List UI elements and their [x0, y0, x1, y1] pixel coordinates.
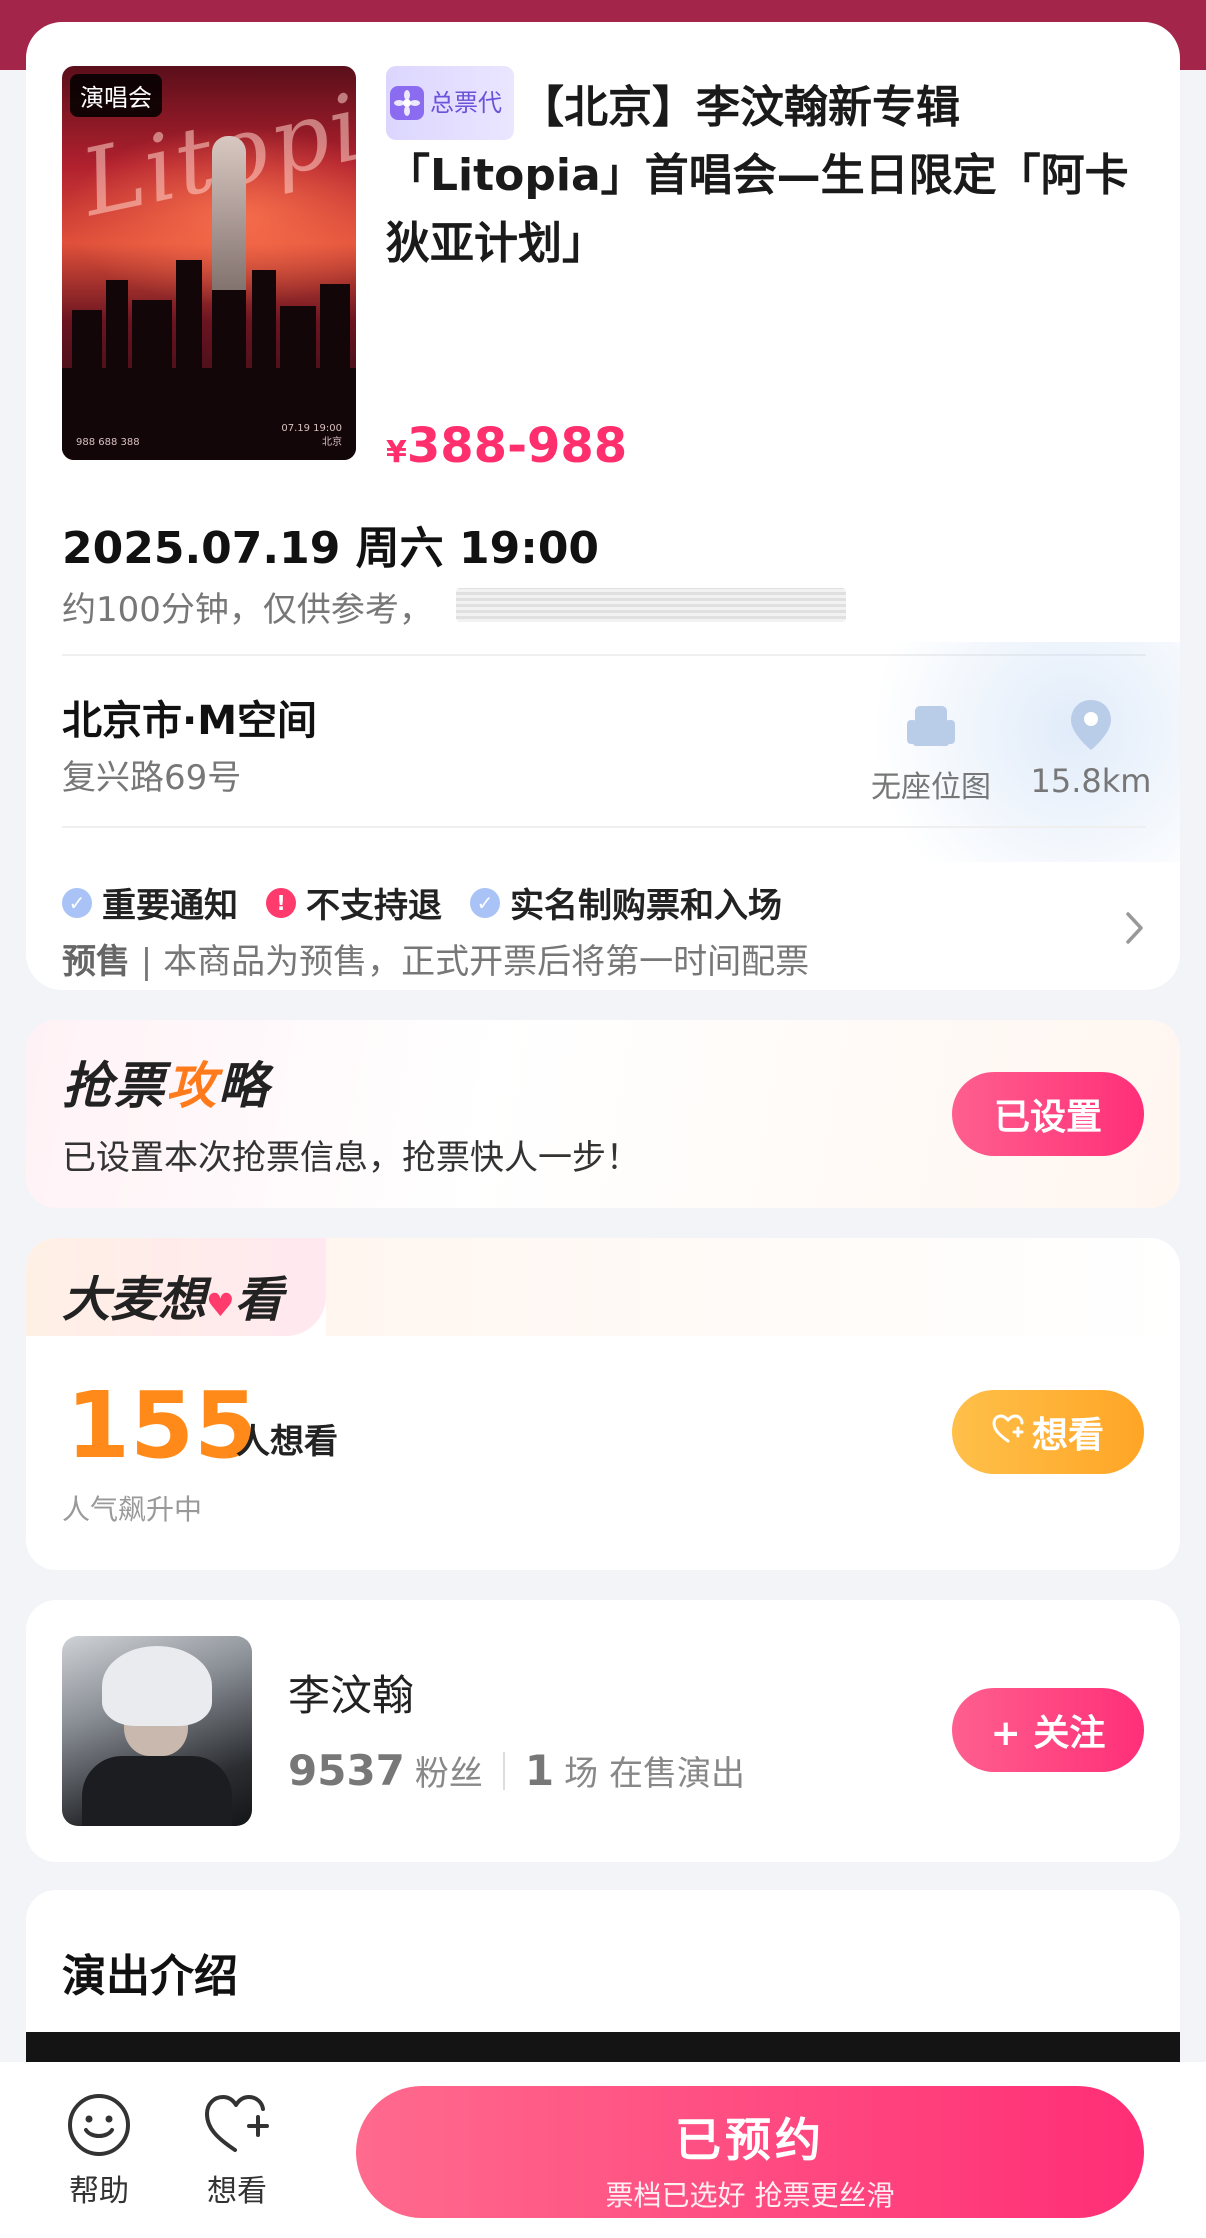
artist-avatar[interactable] — [62, 1636, 252, 1826]
location-pin-icon — [1068, 698, 1114, 752]
notice-label: 不支持退 — [306, 886, 442, 926]
notice-important: ✓ 重要通知 — [62, 878, 238, 927]
venue-address: 复兴路69号 — [62, 758, 242, 798]
ticket-strategy-card: 抢票攻略 已设置本次抢票信息，抢票快人一步！ 已设置 — [26, 1020, 1180, 1208]
poster-prices: 988 688 388 — [76, 437, 140, 448]
avatar-hair — [102, 1646, 212, 1726]
chevron-right-icon[interactable] — [1124, 910, 1146, 946]
notice-no-refund: ! 不支持退 — [266, 878, 442, 927]
strategy-title: 抢票攻略 — [62, 1046, 270, 1118]
strategy-title-b: 攻 — [166, 1057, 218, 1115]
alert-icon: ! — [266, 887, 296, 918]
agent-badge: 总票代 — [386, 66, 514, 140]
divider — [62, 826, 1146, 828]
event-card: Litopia 988 688 388 07.19 19:00 北京 演唱会 总… — [26, 22, 1180, 990]
fans-unit: 粉丝 — [414, 1754, 483, 1794]
want-to-see-card: 大麦想♥看 155 人想看 人气飙升中 想看 — [26, 1238, 1180, 1570]
shows-count: 1 — [524, 1746, 555, 1795]
check-icon: ✓ — [470, 887, 500, 918]
want-title-b: 想 — [158, 1272, 207, 1328]
poster-skyline — [62, 250, 356, 370]
event-title: 总票代 【北京】李汶翰新专辑「Litopia」首唱会—生日限定「阿卡狄亚计划」 — [386, 66, 1146, 278]
agent-flower-icon — [390, 86, 424, 120]
presale-label: 预售 — [62, 942, 130, 982]
seat-icon — [905, 702, 957, 752]
follow-button[interactable]: + 关注 — [952, 1688, 1144, 1772]
want-unit: 人想看 — [236, 1422, 338, 1462]
avatar-body — [82, 1756, 232, 1826]
heart-plus-icon — [203, 2092, 271, 2158]
strategy-title-c: 略 — [218, 1057, 270, 1115]
navigation-button[interactable]: 15.8km — [1016, 698, 1166, 800]
intro-title: 演出介绍 — [62, 1951, 238, 2002]
event-poster[interactable]: Litopia 988 688 388 07.19 19:00 北京 演唱会 — [62, 66, 356, 460]
want-trend: 人气飙升中 — [62, 1493, 203, 1526]
show-intro-card: 演出介绍 — [26, 1890, 1180, 2092]
want-tab-button[interactable]: 想看 — [182, 2092, 292, 2210]
venue-name[interactable]: 北京市·M空间 — [62, 688, 317, 746]
want-title-a: 大麦 — [62, 1272, 159, 1328]
reserved-button[interactable]: 已预约 票档已选好 抢票更丝滑 — [356, 2086, 1144, 2218]
artist-card: 李汶翰 9537 粉丝 1 场 在售演出 + 关注 — [26, 1600, 1180, 1862]
fans-count: 9537 — [288, 1746, 405, 1795]
price-value: 388-988 — [406, 418, 628, 474]
notice-label: 实名制购票和入场 — [510, 886, 782, 926]
want-title: 大麦想♥看 — [62, 1260, 283, 1330]
artist-name[interactable]: 李汶翰 — [288, 1662, 414, 1723]
notice-real-name: ✓ 实名制购票和入场 — [470, 878, 782, 927]
check-icon: ✓ — [62, 887, 92, 918]
agent-label: 总票代 — [430, 89, 502, 117]
want-button[interactable]: 想看 — [952, 1390, 1144, 1474]
presale-notice: 预售 | 本商品为预售，正式开票后将第一时间配票 — [62, 934, 809, 983]
reserved-label: 已预约 — [675, 2113, 825, 2167]
strategy-title-a: 抢票 — [62, 1057, 166, 1115]
want-title-c: 看 — [234, 1272, 283, 1328]
help-button[interactable]: 帮助 — [44, 2092, 154, 2210]
presale-text: | 本商品为预售，正式开票后将第一时间配票 — [130, 942, 810, 982]
want-tab-label: 想看 — [207, 2174, 267, 2209]
blurred-text — [456, 588, 846, 622]
seat-label: 无座位图 — [871, 770, 991, 805]
price-range: ¥388-988 — [386, 418, 627, 474]
stats-divider — [502, 1751, 505, 1790]
want-count: 155 — [66, 1372, 259, 1479]
session-duration: 约100分钟，仅供参考， — [62, 590, 433, 630]
strategy-description: 已设置本次抢票信息，抢票快人一步！ — [62, 1138, 640, 1178]
shows-unit: 场 在售演出 — [564, 1754, 745, 1794]
smile-face-icon — [66, 2092, 132, 2158]
reserved-sub: 票档已选好 抢票更丝滑 — [605, 2179, 895, 2212]
session-datetime[interactable]: 2025.07.19 周六 19:00 — [62, 512, 599, 576]
strategy-set-button[interactable]: 已设置 — [952, 1072, 1144, 1156]
price-symbol: ¥ — [386, 435, 407, 470]
event-title-block: 总票代 【北京】李汶翰新专辑「Litopia」首唱会—生日限定「阿卡狄亚计划」 — [386, 66, 1146, 278]
heart-icon: ♥ — [206, 1286, 235, 1324]
bottom-action-bar: 帮助 想看 已预约 票档已选好 抢票更丝滑 — [0, 2062, 1206, 2238]
notice-label: 重要通知 — [102, 886, 238, 926]
heart-plus-icon — [992, 1412, 1024, 1453]
artist-stats: 9537 粉丝 1 场 在售演出 — [288, 1746, 745, 1795]
distance-label: 15.8km — [1030, 762, 1152, 800]
want-button-label: 想看 — [1031, 1415, 1104, 1456]
poster-city: 北京 — [322, 437, 342, 448]
notice-row[interactable]: ✓ 重要通知 ! 不支持退 ✓ 实名制购票和入场 — [62, 878, 782, 927]
help-label: 帮助 — [69, 2174, 129, 2209]
category-tag: 演唱会 — [70, 74, 162, 117]
seat-map-button[interactable]: 无座位图 — [846, 702, 1016, 806]
want-header-bg — [326, 1238, 1180, 1336]
